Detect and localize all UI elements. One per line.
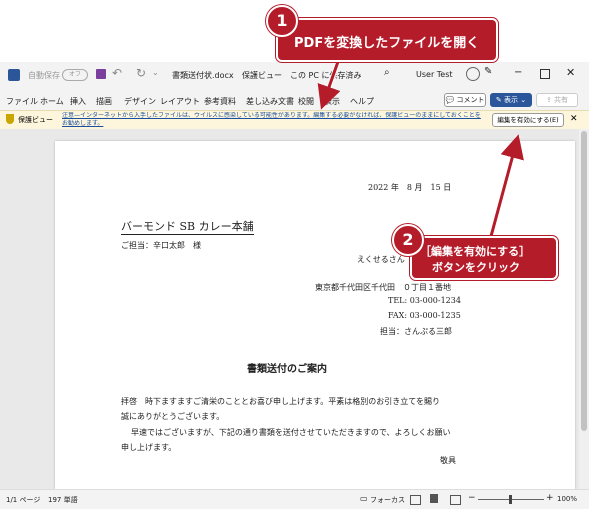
share-label: 共有 [554,96,569,104]
doc-fax: FAX: 03-000-1235 [388,311,461,320]
vertical-scrollbar[interactable] [579,129,589,489]
zoom-out-icon[interactable]: − [468,493,476,503]
search-icon[interactable]: ⌕ [384,67,390,78]
doc-address: 東京都千代田区千代田 ０丁目１番地 [315,283,451,292]
doc-person: 担当：さんぷる三郎 [380,327,452,336]
view-mode: 保護ビュー [242,71,282,80]
pen-icon[interactable]: ✎ [484,66,492,77]
display-label: 表示 [504,96,518,104]
tab-mailings[interactable]: 差し込み文書 [246,96,294,107]
save-icon[interactable] [96,69,106,79]
zoom-slider-thumb[interactable] [509,495,512,504]
callout-1-text: PDFを変換したファイルを開く [294,36,480,51]
redo-icon[interactable]: ↻ [136,66,146,80]
callout-1-number: 1 [266,5,298,37]
comment-button[interactable]: 💬 コメント [444,93,486,107]
protected-view-bar: 保護ビュー 注意—インターネットから入手したファイルは、ウイルスに感染している可… [0,110,589,130]
focus-label[interactable]: フォーカス [370,495,405,505]
close-icon[interactable]: ✕ [566,66,575,79]
word-app-icon [8,69,20,81]
doc-tel: TEL: 03-000-1234 [388,296,461,305]
web-layout-icon[interactable] [450,495,461,505]
title-bar: 自動保存 オフ ↶ ↻ ⌄ 書類送付状.docx 保護ビュー この PC に保存… [0,62,589,90]
doc-closing: 敬具 [440,456,456,465]
callout-2-number: 2 [392,224,424,256]
zoom-level[interactable]: 100% [557,495,577,503]
tab-home[interactable]: ホーム [40,96,64,107]
protected-view-message[interactable]: 注意—インターネットから入手したファイルは、ウイルスに感染している可能性がありま… [62,112,486,128]
callout-2-line2: ボタンをクリック [432,261,520,274]
doc-attention: ご担当：辛口太郎 様 [121,241,201,250]
tab-file[interactable]: ファイル [6,96,38,107]
tab-review[interactable]: 校閲 [298,96,314,107]
tab-references[interactable]: 参考資料 [204,96,236,107]
doc-body-line2: 誠にありがとうございます。 [121,412,225,421]
callout-2: ［編集を有効にする］ ボタンをクリック [410,236,558,280]
minimize-icon[interactable]: − [514,67,522,78]
file-name: 書類送付状.docx [172,71,234,80]
user-name[interactable]: User Test [416,70,453,79]
status-bar: 1/1 ページ 197 単語 ▭ フォーカス − + 100% [0,489,589,509]
comment-label: コメント [456,96,485,104]
autosave-toggle[interactable]: オフ [62,69,88,81]
shield-icon [6,114,14,124]
word-count[interactable]: 197 単語 [48,495,78,505]
tab-layout[interactable]: レイアウト [160,96,200,107]
avatar[interactable] [466,67,480,81]
doc-sender: えくせるさん [357,255,405,264]
tab-draw[interactable]: 描画 [96,96,112,107]
maximize-icon[interactable] [540,69,550,79]
doc-title: 書類送付のご案内 [247,364,327,375]
callout-1: PDFを変換したファイルを開く [276,18,498,62]
protected-view-label: 保護ビュー [18,116,53,124]
doc-date: 2022 年 8 月 15 日 [368,183,452,192]
doc-body-line1: 拝啓 時下ますますご清栄のこととお喜び申し上げます。平素は格別のお引き立てを賜り [121,397,441,406]
tab-help[interactable]: ヘルプ [350,96,374,107]
enable-editing-button[interactable]: 編集を有効にする(E) [492,113,564,127]
undo-icon[interactable]: ↶ [112,66,122,80]
close-infobar-icon[interactable]: ✕ [570,114,578,124]
tab-design[interactable]: デザイン [124,96,156,107]
focus-icon[interactable]: ▭ [360,494,368,503]
share-button[interactable]: ⇪ 共有 [536,93,578,107]
read-mode-icon[interactable] [410,495,421,505]
doc-body-line4: 申し上げます。 [121,443,177,452]
autosave-label: 自動保存 [28,71,60,80]
scrollbar-thumb[interactable] [581,131,587,431]
doc-recipient: バーモンド SB カレー本舗 [121,220,254,235]
print-layout-icon[interactable] [430,494,438,503]
qat-dropdown-icon[interactable]: ⌄ [152,68,159,77]
doc-body-line3: 早速ではございますが、下記の通り書類を送付させていただきますので、よろしくお願い [131,428,451,437]
save-location[interactable]: この PC に保存済み [290,70,362,81]
zoom-in-icon[interactable]: + [546,493,554,503]
ribbon-tabs: ファイル ホーム 挿入 描画 デザイン レイアウト 参考資料 差し込み文書 校閲… [0,90,589,110]
callout-2-line1: ［編集を有効にする］ [420,245,531,258]
tab-insert[interactable]: 挿入 [70,96,86,107]
display-button[interactable]: ✎ 表示 ⌄ [490,93,532,107]
tab-view[interactable]: 表示 [324,96,340,107]
page-count[interactable]: 1/1 ページ [6,495,40,505]
